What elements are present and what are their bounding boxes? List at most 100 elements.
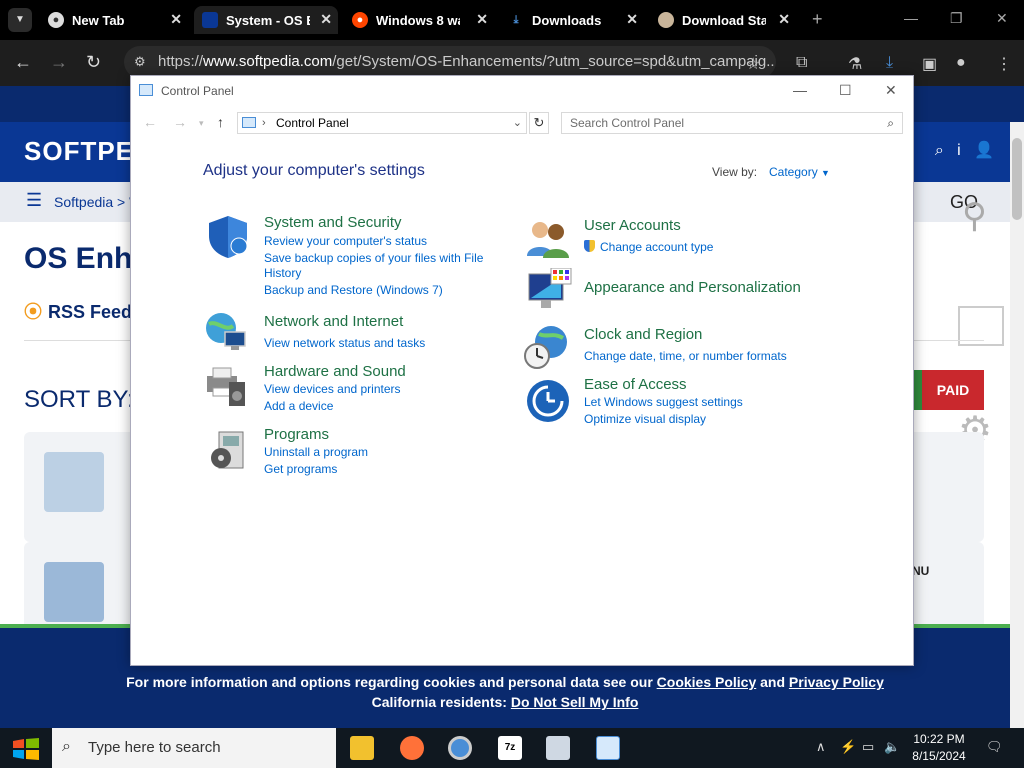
back-button[interactable]: ← — [14, 52, 32, 73]
download-icon[interactable]: ⤓ — [886, 54, 893, 72]
category-link[interactable]: Backup and Restore (Windows 7) — [264, 283, 443, 297]
privacy-policy-link[interactable]: Privacy Policy — [789, 674, 884, 690]
close-icon[interactable]: ✕ — [170, 11, 182, 28]
window-titlebar[interactable]: Control Panel — ☐ ✕ — [131, 76, 913, 106]
category-link[interactable]: Optimize visual display — [584, 412, 706, 426]
category-link[interactable]: Change date, time, or number formats — [584, 349, 787, 363]
paid-filter-button[interactable]: PAID — [922, 370, 984, 410]
tray-overflow-icon[interactable]: ∧ — [816, 739, 826, 755]
printer-speaker-icon[interactable] — [203, 362, 249, 408]
chevron-down-icon: ▼ — [821, 168, 830, 178]
7zip-icon[interactable]: 7z — [498, 736, 522, 760]
softpedia-logo[interactable]: SOFTPE — [24, 136, 134, 167]
category-link[interactable]: View devices and printers — [264, 382, 401, 396]
download-icon: ⤓ — [513, 13, 519, 26]
clock-globe-icon[interactable] — [523, 324, 569, 370]
profile-avatar-icon[interactable]: ● — [956, 54, 966, 72]
scrollbar-thumb[interactable] — [1012, 138, 1022, 220]
network-icon[interactable]: ⚡ — [840, 739, 856, 755]
address-field[interactable]: › Control Panel ⌄ — [237, 112, 527, 134]
category-title[interactable]: Clock and Region — [584, 326, 702, 343]
site-info-icon[interactable]: ⚙ — [134, 46, 146, 78]
up-arrow-icon[interactable]: ↑ — [217, 114, 224, 130]
refresh-button[interactable]: ↻ — [529, 112, 549, 134]
search-icon[interactable]: ⌕ — [887, 113, 894, 133]
do-not-sell-link[interactable]: Do Not Sell My Info — [511, 694, 639, 710]
close-icon[interactable]: ✕ — [476, 11, 488, 28]
back-arrow-icon[interactable]: ← — [143, 114, 157, 130]
info-icon[interactable]: i — [957, 142, 961, 159]
category-link[interactable]: Uninstall a program — [264, 445, 368, 459]
globe-network-icon[interactable] — [203, 310, 249, 356]
tab-download-star[interactable]: Download Star ✕ — [658, 6, 790, 34]
volume-icon[interactable]: 🔈 — [884, 739, 900, 755]
search-icon[interactable]: ⌕ — [935, 142, 944, 159]
system-app-icon[interactable] — [546, 736, 570, 760]
notifications-icon[interactable]: 🗨 — [986, 739, 1003, 755]
side-panel-icon[interactable]: ▣ — [922, 54, 937, 74]
shield-icon[interactable] — [205, 214, 251, 260]
minimize-button[interactable]: — — [793, 82, 807, 98]
category-title[interactable]: User Accounts — [584, 217, 681, 234]
category-link[interactable]: Add a device — [264, 399, 333, 413]
view-by-dropdown[interactable]: Category ▼ — [769, 165, 830, 179]
extensions-icon[interactable]: ⧉ — [796, 54, 807, 72]
tab-downloads[interactable]: ⤓ Downloads ✕ — [508, 6, 638, 34]
category-title[interactable]: System and Security — [264, 214, 402, 231]
search-input[interactable]: Search Control Panel ⌕ — [561, 112, 903, 134]
category-title[interactable]: Ease of Access — [584, 376, 687, 393]
forward-arrow-icon[interactable]: → — [173, 114, 187, 130]
close-window-button[interactable]: ✕ — [996, 10, 1008, 27]
hamburger-menu-icon[interactable]: ☰ — [26, 190, 42, 211]
cookies-policy-link[interactable]: Cookies Policy — [657, 674, 757, 690]
chrome-icon[interactable] — [448, 736, 472, 760]
close-icon[interactable]: ✕ — [778, 11, 790, 28]
bookmark-star-icon[interactable]: ☆ — [746, 54, 760, 74]
ease-of-access-icon[interactable] — [525, 378, 571, 424]
monitor-palette-icon[interactable] — [527, 268, 573, 314]
sort-by-label: SORT BY: — [24, 386, 134, 413]
maximize-button[interactable]: ☐ — [839, 82, 852, 99]
control-panel-icon[interactable] — [596, 736, 620, 760]
category-link[interactable]: Review your computer's status — [264, 234, 427, 248]
category-title[interactable]: Hardware and Sound — [264, 363, 406, 380]
tab-reddit[interactable]: ● Windows 8 wa ✕ — [352, 6, 488, 34]
uac-shield-icon — [584, 240, 595, 252]
category-title[interactable]: Programs — [264, 426, 329, 443]
category-link[interactable]: History — [264, 266, 301, 280]
tab-softpedia[interactable]: System - OS En ✕ — [194, 6, 338, 34]
rss-feed-link[interactable]: ⦿ RSS Feed — [24, 298, 132, 324]
close-icon[interactable]: ✕ — [320, 11, 332, 28]
minimize-button[interactable]: — — [904, 10, 918, 26]
category-link[interactable]: Change account type — [600, 240, 713, 254]
magnifier-icon[interactable]: ⚲ — [962, 196, 987, 236]
category-title[interactable]: Appearance and Personalization — [584, 279, 801, 296]
user-icon[interactable]: 👤 — [974, 142, 994, 159]
tab-new-tab[interactable]: ● New Tab ✕ — [48, 6, 182, 34]
category-link[interactable]: Get programs — [264, 462, 337, 476]
forward-button[interactable]: → — [50, 52, 68, 73]
tab-search-button[interactable]: ▼ — [8, 8, 32, 32]
taskbar-search-input[interactable]: Type here to search — [52, 728, 336, 768]
new-tab-button[interactable]: + — [812, 9, 823, 30]
address-input[interactable]: ⚙ https://www.softpedia.com/get/System/O… — [124, 46, 776, 78]
restore-button[interactable]: ❐ — [950, 10, 963, 27]
chevron-down-icon[interactable]: ⌄ — [513, 113, 522, 133]
clock[interactable]: 10:22 PM 8/15/2024 — [906, 731, 972, 765]
category-title[interactable]: Network and Internet — [264, 313, 403, 330]
category-link[interactable]: Save backup copies of your files with Fi… — [264, 251, 483, 265]
labs-flask-icon[interactable]: ⚗ — [848, 54, 862, 74]
menu-icon[interactable]: ⋮ — [996, 54, 1012, 74]
close-icon[interactable]: ✕ — [626, 11, 638, 28]
reload-button[interactable]: ↻ — [86, 52, 101, 73]
category-link[interactable]: Let Windows suggest settings — [584, 395, 743, 409]
recent-dropdown-icon[interactable]: ▾ — [199, 118, 204, 129]
programs-icon[interactable] — [207, 428, 253, 474]
firefox-icon[interactable] — [400, 736, 424, 760]
device-icon[interactable]: ▭ — [862, 739, 874, 755]
category-link[interactable]: View network status and tasks — [264, 336, 425, 350]
users-icon[interactable] — [525, 216, 571, 262]
file-explorer-icon[interactable] — [350, 736, 374, 760]
windows-start-icon[interactable] — [12, 738, 40, 760]
close-button[interactable]: ✕ — [885, 82, 897, 99]
